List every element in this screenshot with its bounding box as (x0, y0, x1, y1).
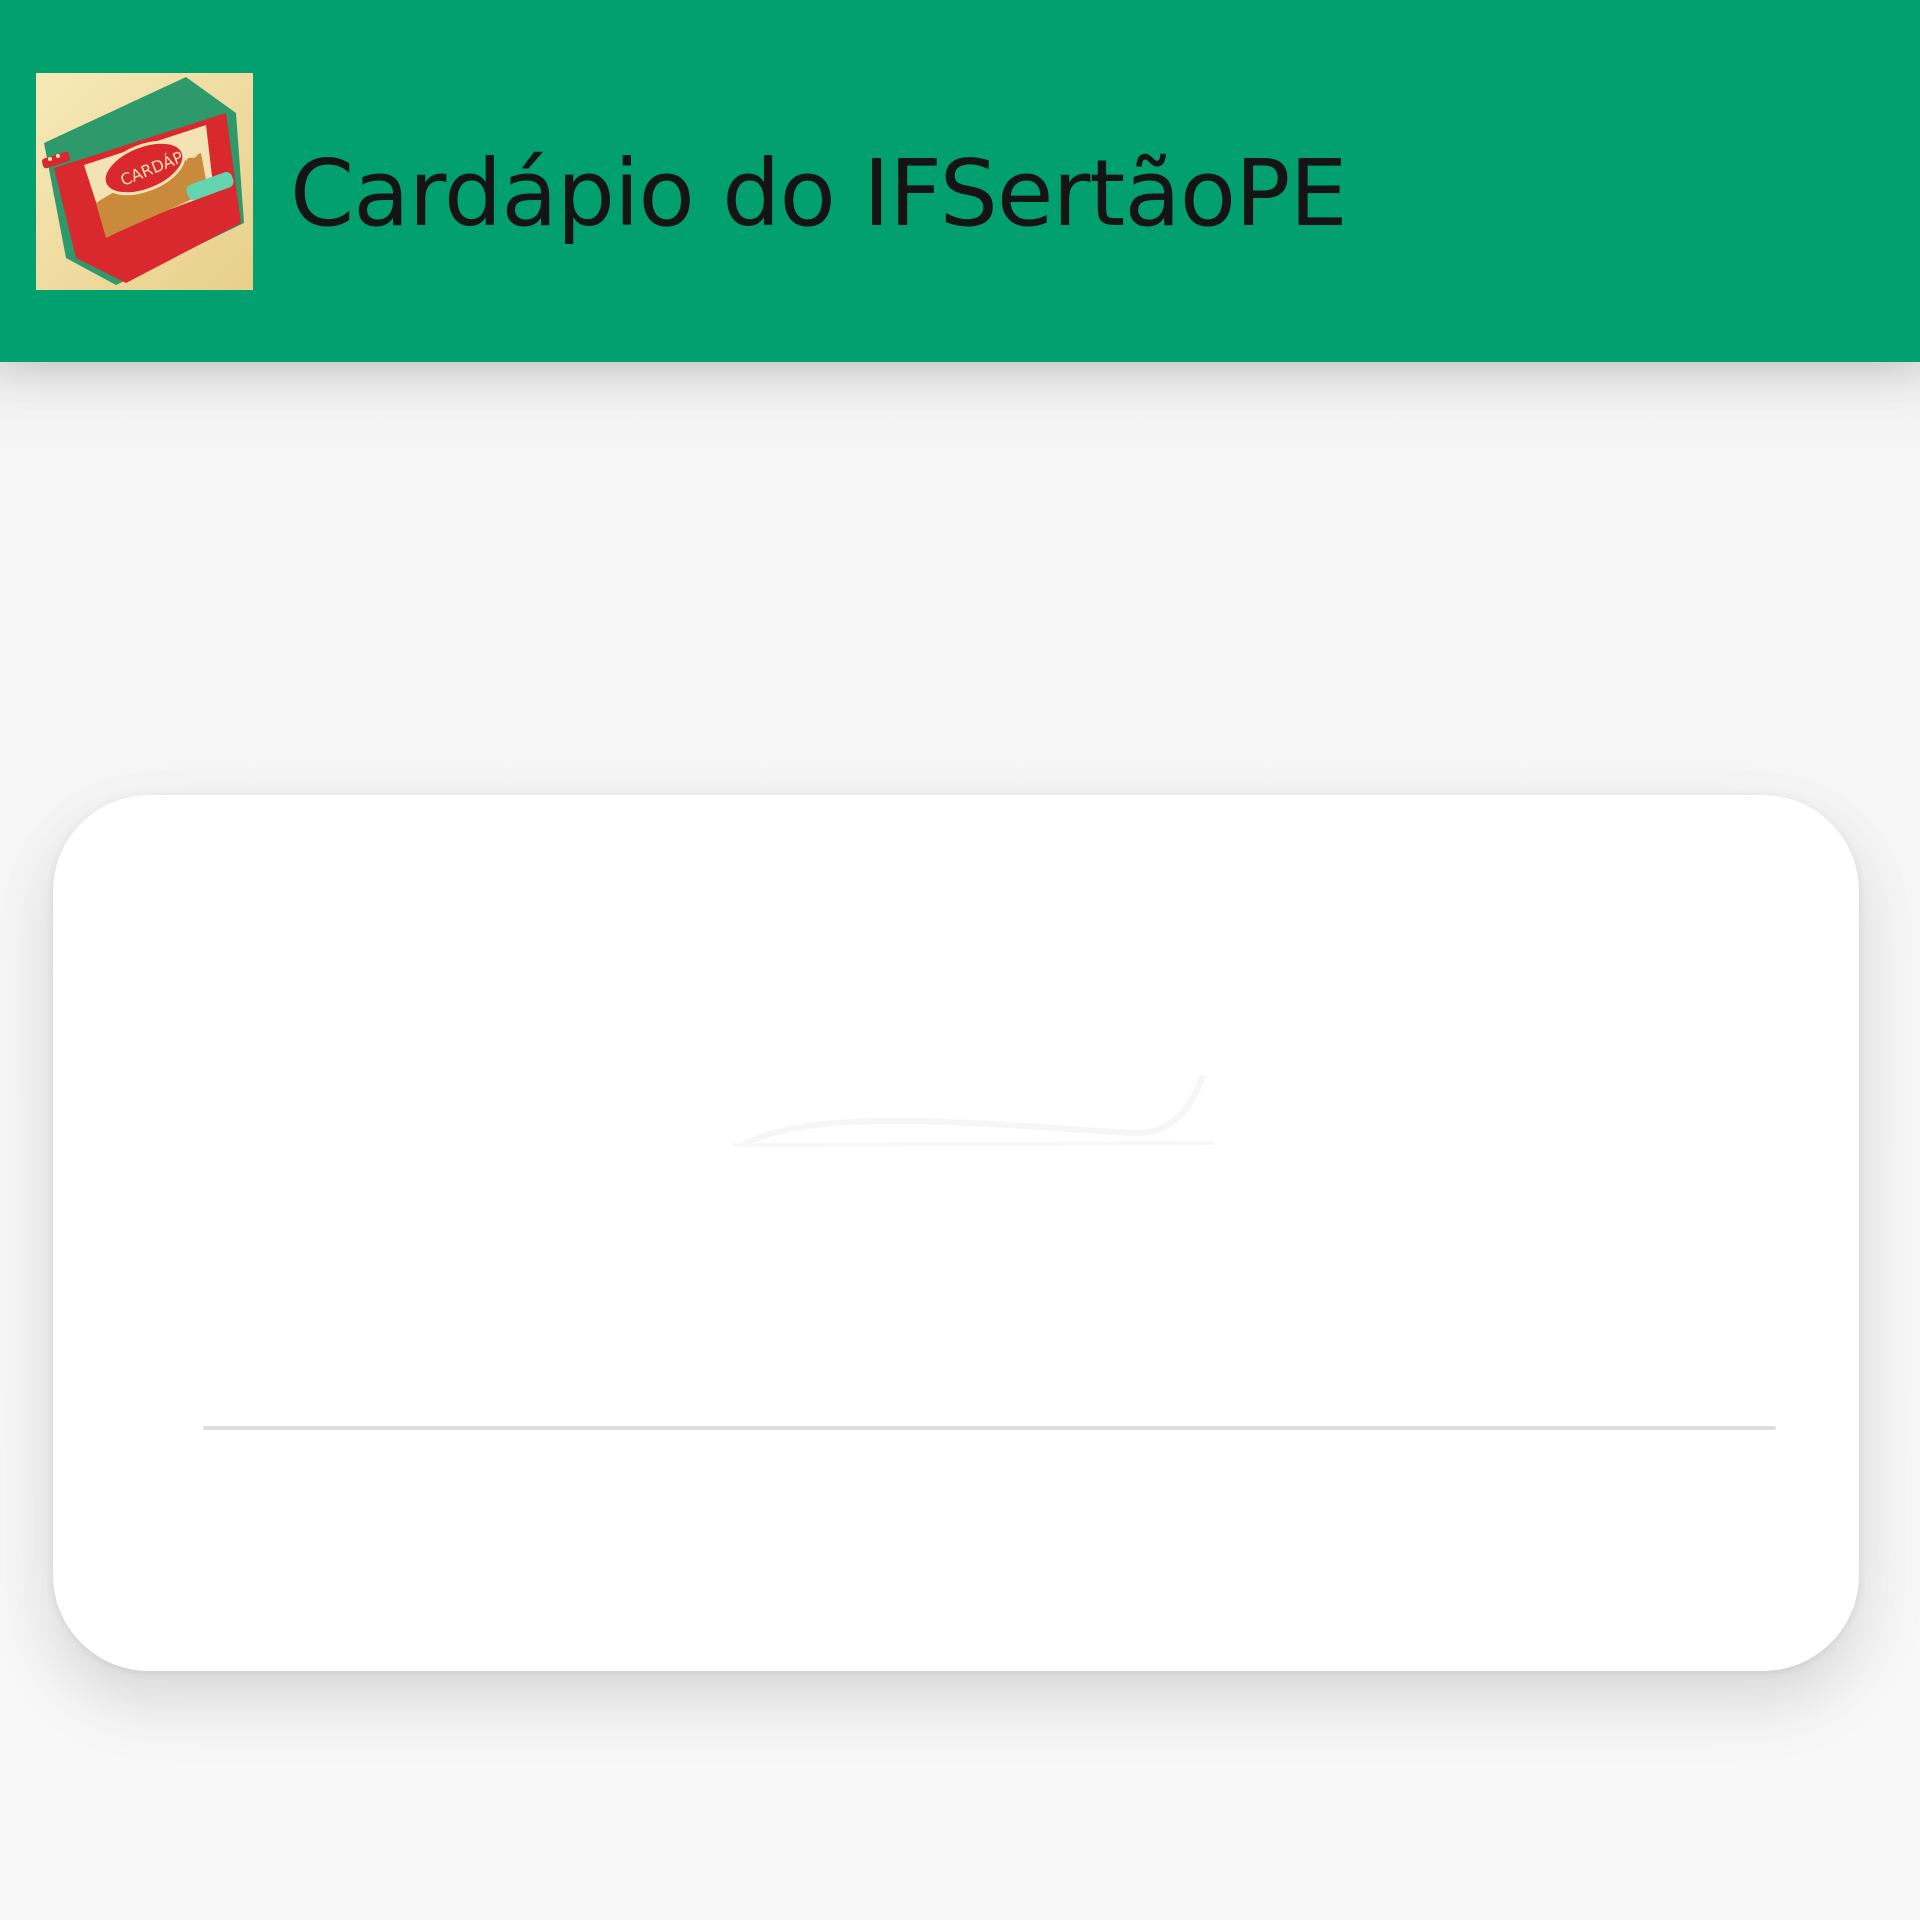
card-divider (203, 1426, 1776, 1430)
card-footer-text (203, 1455, 1776, 1605)
menu-card[interactable] (53, 795, 1859, 1671)
menu-image-placeholder (613, 935, 1413, 1155)
app-title: Cardápio do IFSertãoPE (290, 140, 1348, 247)
app-bar: CARDÁPIO Cardápio do IFSertãoPE (0, 0, 1920, 362)
app-logo-icon: CARDÁPIO (36, 73, 253, 290)
